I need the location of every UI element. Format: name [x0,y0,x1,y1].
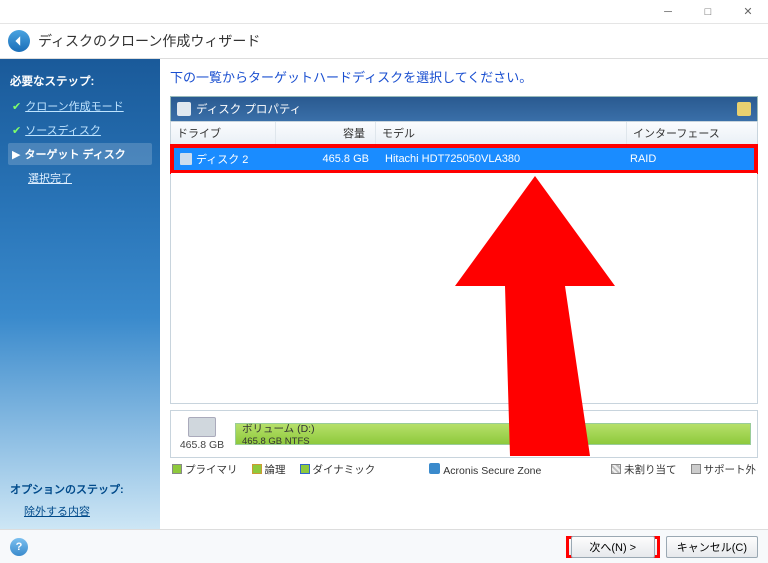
asz-icon [429,463,440,474]
next-button[interactable]: 次へ(N) > [571,536,655,558]
columns-chooser-icon[interactable] [737,102,751,116]
close-button[interactable]: ✕ [728,0,768,24]
maximize-button[interactable]: □ [688,0,728,24]
window-titlebar: ─ □ ✕ [0,0,768,24]
legend-unallocated: 未割り当て [611,462,677,477]
back-button[interactable] [8,30,30,52]
content-pane: 下の一覧からターゲットハードディスクを選択してください。 ディスク プロパティ … [160,59,768,529]
exclude-contents-link[interactable]: 除外する内容 [24,503,152,519]
legend-logical: 論理 [252,462,286,477]
step-finish[interactable]: 選択完了 [8,167,152,189]
col-capacity[interactable]: 容量 [276,122,376,144]
properties-icon [177,102,191,116]
check-icon: ✔ [12,100,21,113]
volume-name: ボリューム (D:) [242,421,315,436]
disk-table: ドライブ 容量 モデル インターフェース ディスク 2 465.8 GB Hit… [170,121,758,404]
wizard-sidebar: 必要なステップ: ✔ クローン作成モード ✔ ソースディスク ▶ ターゲット デ… [0,59,160,529]
check-icon: ✔ [12,124,21,137]
legend-asz: Acronis Secure Zone [429,463,541,477]
table-row[interactable]: ディスク 2 465.8 GB Hitachi HDT725050VLA380 … [174,148,754,170]
col-model[interactable]: モデル [376,122,627,144]
wizard-header: ディスクのクローン作成ウィザード [0,24,768,59]
volume-bar[interactable]: ボリューム (D:) 465.8 GB NTFS [235,423,751,445]
col-interface[interactable]: インターフェース [627,122,757,144]
disk-icon [180,153,192,165]
instruction-text: 下の一覧からターゲットハードディスクを選択してください。 [170,67,758,86]
table-header: ドライブ 容量 モデル インターフェース [171,122,757,145]
highlighted-row-callout: ディスク 2 465.8 GB Hitachi HDT725050VLA380 … [170,144,758,174]
legend-primary: プライマリ [172,462,238,477]
arrow-left-icon [13,35,25,47]
step-source-disk[interactable]: ✔ ソースディスク [8,119,152,141]
help-button[interactable]: ? [10,538,28,556]
minimize-button[interactable]: ─ [648,0,688,24]
volume-detail: 465.8 GB NTFS [242,436,315,447]
table-empty-area [171,173,757,403]
wizard-title: ディスクのクローン作成ウィザード [38,31,260,51]
wizard-footer: ? 次へ(N) > キャンセル(C) [0,529,768,563]
volume-layout: 465.8 GB ボリューム (D:) 465.8 GB NTFS [170,410,758,458]
legend: プライマリ 論理 ダイナミック Acronis Secure Zone 未割り当… [170,458,758,477]
optional-steps-title: オプションのステップ: [10,481,152,497]
arrow-right-icon: ▶ [12,148,20,161]
disk-capacity-label: 465.8 GB [177,417,227,451]
step-clone-mode[interactable]: ✔ クローン作成モード [8,95,152,117]
col-drive[interactable]: ドライブ [171,122,276,144]
disk-properties-title: ディスク プロパティ [196,101,301,117]
required-steps-title: 必要なステップ: [10,73,152,89]
disk-glyph-icon [188,417,216,437]
step-target-disk[interactable]: ▶ ターゲット ディスク [8,143,152,165]
legend-dynamic: ダイナミック [300,462,376,477]
next-button-callout: 次へ(N) > [566,536,660,558]
disk-properties-header: ディスク プロパティ [170,96,758,121]
cancel-button[interactable]: キャンセル(C) [666,536,758,558]
legend-unsupported: サポート外 [691,462,757,477]
